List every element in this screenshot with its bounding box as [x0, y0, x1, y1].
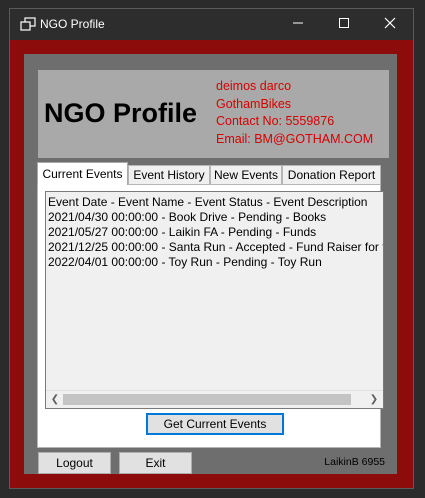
events-lines: Event Date - Event Name - Event Status -… — [48, 195, 383, 270]
event-row[interactable]: 2021/12/25 00:00:00 - Santa Run - Accept… — [48, 240, 383, 255]
app-window: NGO Profile NGO Profile deimos darco Got… — [9, 8, 414, 489]
minimize-icon — [292, 16, 304, 34]
close-icon — [384, 16, 396, 34]
events-listbox[interactable]: Event Date - Event Name - Event Status -… — [45, 191, 384, 409]
tab-current-events[interactable]: Current Events — [37, 162, 128, 185]
horizontal-scrollbar[interactable]: ❮ ❯ — [46, 390, 383, 408]
form-frame: NGO Profile deimos darco GothamBikes Con… — [10, 40, 413, 488]
org-name: GothamBikes — [216, 96, 292, 111]
tab-new-events[interactable]: New Events — [210, 165, 282, 184]
maximize-button[interactable] — [321, 9, 367, 40]
org-contact-number: Contact No: 5559876 — [216, 114, 335, 128]
scroll-right-icon[interactable]: ❯ — [367, 393, 381, 406]
org-email: Email: BM@GOTHAM.COM — [216, 131, 374, 146]
logout-button[interactable]: Logout — [38, 452, 111, 474]
scroll-left-icon[interactable]: ❮ — [48, 393, 62, 406]
tab-donation-report[interactable]: Donation Report — [282, 165, 381, 184]
event-row[interactable]: 2021/05/27 00:00:00 - Laikin FA - Pendin… — [48, 225, 383, 240]
content-panel: NGO Profile deimos darco GothamBikes Con… — [24, 54, 397, 474]
window-title: NGO Profile — [40, 17, 105, 31]
current-events-page: Event Date - Event Name - Event Status -… — [37, 184, 384, 448]
exit-button[interactable]: Exit — [119, 452, 192, 474]
events-header-line: Event Date - Event Name - Event Status -… — [48, 195, 368, 209]
scrollbar-thumb[interactable] — [63, 394, 351, 405]
user-label: LaikinB 6955 — [324, 456, 385, 468]
minimize-button[interactable] — [275, 9, 321, 40]
page-title: NGO Profile — [44, 98, 198, 128]
get-current-events-button[interactable]: Get Current Events — [146, 413, 284, 435]
org-contact-name: deimos darco — [216, 79, 292, 93]
event-row[interactable]: 2021/04/30 00:00:00 - Book Drive - Pendi… — [48, 210, 383, 225]
contact-info: deimos darco GothamBikes Contact No: 555… — [216, 78, 373, 148]
maximize-icon — [338, 16, 350, 34]
app-window-icon — [20, 17, 36, 31]
tab-strip: Current Events Event History New Events … — [37, 162, 381, 185]
tab-event-history[interactable]: Event History — [128, 165, 210, 184]
event-row[interactable]: 2022/04/01 00:00:00 - Toy Run - Pending … — [48, 255, 383, 270]
profile-header: NGO Profile deimos darco GothamBikes Con… — [38, 70, 389, 158]
title-bar: NGO Profile — [10, 9, 413, 40]
close-button[interactable] — [367, 9, 413, 40]
